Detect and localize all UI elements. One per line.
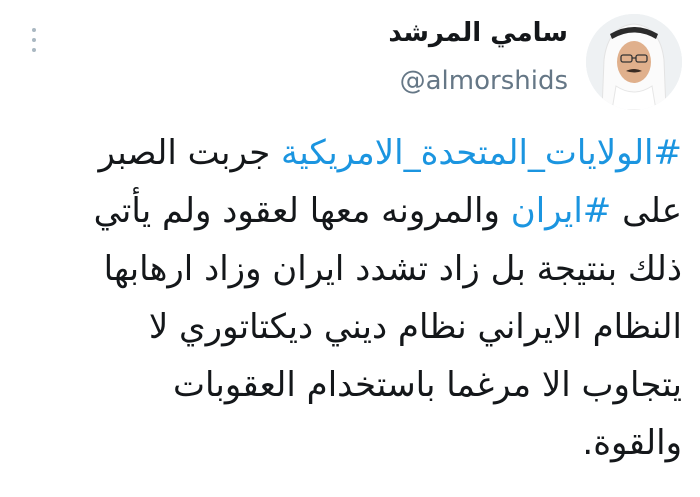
display-name[interactable]: سامي المرشد	[388, 18, 568, 48]
tweet-line-1: #الولايات_المتحدة_الامريكية جربت الصبر	[10, 124, 682, 182]
more-dot	[32, 38, 36, 42]
tweet-line-6: والقوة.	[582, 423, 682, 463]
tweet-line-2: على #ايران والمرونه معها لعقود ولم يأتي	[10, 182, 682, 240]
tweet-line-4: النظام الايراني نظام ديني ديكتاتوري لا	[148, 307, 682, 347]
tweet-line-3: ذلك بنتيجة بل زاد تشدد ايران وزاد ارهابه…	[103, 249, 682, 289]
avatar-image	[586, 14, 682, 110]
hashtag-link[interactable]: #ايران	[511, 191, 612, 231]
tweet-text-segment: والمرونه معها لعقود ولم يأتي	[93, 191, 511, 231]
more-dot	[32, 48, 36, 52]
more-dot	[32, 28, 36, 32]
tweet-text-segment: جربت الصبر	[98, 133, 282, 173]
tweet-line-5: يتجاوب الا مرغما باستخدام العقوبات	[173, 365, 682, 405]
user-handle[interactable]: @almorshids	[400, 66, 568, 96]
hashtag-link[interactable]: #الولايات_المتحدة_الامريكية	[281, 133, 682, 173]
more-options-icon[interactable]	[24, 28, 44, 52]
avatar[interactable]	[586, 14, 682, 110]
tweet-text: #الولايات_المتحدة_الامريكية جربت الصبر ع…	[10, 124, 682, 472]
tweet-text-segment: على	[611, 191, 682, 231]
